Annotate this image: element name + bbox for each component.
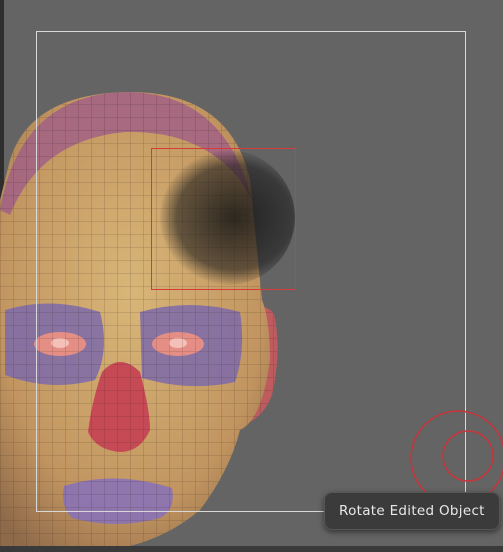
document-viewport[interactable]: Rotate Edited Object (0, 0, 503, 552)
selection-rectangle[interactable] (151, 148, 296, 290)
rotate-tooltip: Rotate Edited Object (324, 492, 500, 530)
viewport-bottom-border (0, 546, 503, 552)
